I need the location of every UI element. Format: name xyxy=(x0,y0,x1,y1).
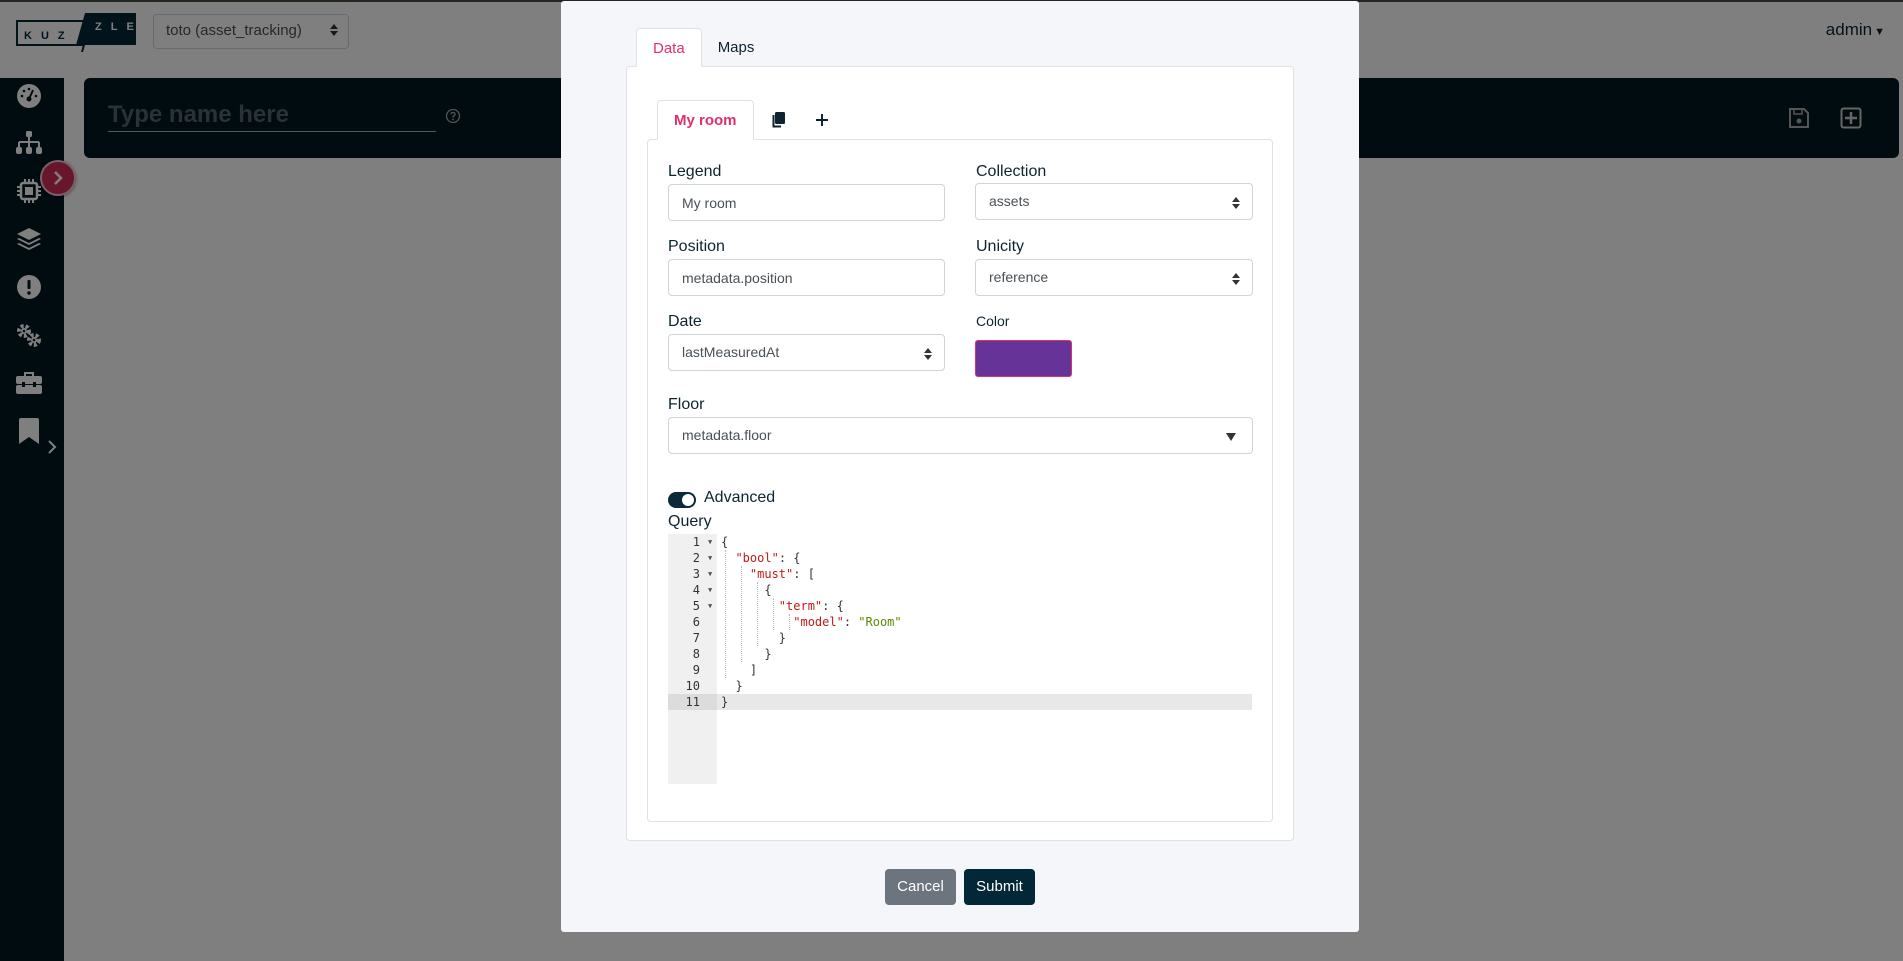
select-arrows-icon xyxy=(1232,273,1240,285)
indent-guide xyxy=(773,598,774,630)
code-text: { xyxy=(721,535,729,549)
duplicate-layer-button[interactable] xyxy=(768,110,788,130)
data-tab-panel: My room Legend Collection assets Positio… xyxy=(626,66,1294,841)
floor-select-value: metadata.floor xyxy=(682,427,772,443)
code-text: ] xyxy=(721,663,758,677)
json-key: "bool" xyxy=(735,551,779,565)
code-text: "model": "Room" xyxy=(793,615,902,629)
line-number: 6 xyxy=(692,615,700,629)
add-layer-button[interactable] xyxy=(812,110,832,130)
code-line[interactable]: 4 ▼ { xyxy=(668,582,1252,598)
line-number: 11 xyxy=(668,694,717,710)
code-text: "term": { xyxy=(778,599,844,613)
line-number: 9 xyxy=(692,663,700,677)
tab-maps[interactable]: Maps xyxy=(702,28,771,67)
collection-select-value: assets xyxy=(989,193,1030,209)
line-number: 8 xyxy=(692,647,700,661)
code-text: } xyxy=(721,695,729,709)
query-label: Query xyxy=(668,513,712,530)
tab-data[interactable]: Data xyxy=(636,28,702,67)
json-key: "term" xyxy=(778,599,823,613)
indent-guide xyxy=(757,582,758,646)
query-editor[interactable]: 1 ▼{2 ▼ "bool": {3 ▼ "must": [4 ▼ {5 ▼ "term"… xyxy=(668,534,1252,784)
date-select[interactable]: lastMeasuredAt xyxy=(668,334,945,371)
date-select-value: lastMeasuredAt xyxy=(682,344,780,360)
date-label: Date xyxy=(668,313,702,330)
json-key: "model" xyxy=(793,615,844,629)
fold-arrow-icon[interactable]: ▼ xyxy=(708,582,712,598)
line-number: 7 xyxy=(692,631,700,645)
indent-guide xyxy=(789,614,790,630)
copy-icon xyxy=(772,112,785,128)
json-key: "must" xyxy=(749,567,794,581)
submit-button[interactable]: Submit xyxy=(964,869,1035,905)
toggle-knob xyxy=(682,494,694,506)
floor-label: Floor xyxy=(668,396,705,413)
fold-arrow-icon[interactable]: ▼ xyxy=(708,534,712,550)
fold-arrow-icon[interactable]: ▼ xyxy=(708,598,712,614)
code-text: "must": [ xyxy=(749,567,815,581)
position-label: Position xyxy=(668,238,725,255)
indent-guide xyxy=(741,566,742,662)
legend-input[interactable] xyxy=(668,184,945,221)
code-line[interactable]: 10 } xyxy=(668,678,1252,694)
code-line[interactable]: 6 "model": "Room" xyxy=(668,614,1252,630)
code-line[interactable]: 5 ▼ "term": { xyxy=(668,598,1252,614)
collection-label: Collection xyxy=(976,163,1047,180)
code-line[interactable]: 2 ▼ "bool": { xyxy=(668,550,1252,566)
position-input[interactable] xyxy=(668,259,945,296)
unicity-select[interactable]: reference xyxy=(975,259,1253,296)
advanced-label: Advanced xyxy=(704,489,776,506)
cancel-button[interactable]: Cancel xyxy=(885,869,956,905)
color-picker[interactable] xyxy=(975,340,1072,377)
unicity-select-value: reference xyxy=(989,269,1049,285)
legend-label: Legend xyxy=(668,163,722,180)
code-line[interactable]: 7 } xyxy=(668,630,1252,646)
floor-select[interactable]: metadata.floor xyxy=(668,417,1253,454)
color-label: Color xyxy=(976,313,1010,329)
code-line[interactable]: 1 ▼{ xyxy=(668,534,1252,550)
collection-select[interactable]: assets xyxy=(975,183,1253,220)
widget-settings-modal: Data Maps My room Legend Collection asse… xyxy=(561,1,1359,932)
layer-form: Legend Collection assets Position Unicit… xyxy=(647,139,1273,822)
indent-guide xyxy=(725,550,726,678)
unicity-label: Unicity xyxy=(976,238,1025,255)
line-number: 10 xyxy=(685,679,700,693)
triangle-down-icon xyxy=(1226,433,1236,441)
code-line[interactable]: 11} xyxy=(668,694,1252,710)
layer-tab-my-room[interactable]: My room xyxy=(657,100,754,140)
fold-arrow-icon[interactable]: ▼ xyxy=(708,566,712,582)
json-string: "Room" xyxy=(858,615,902,629)
select-arrows-icon xyxy=(1232,197,1240,209)
code-line[interactable]: 8 } xyxy=(668,646,1252,662)
select-arrows-icon xyxy=(924,348,932,360)
code-text: "bool": { xyxy=(735,551,801,565)
advanced-toggle[interactable] xyxy=(668,492,696,508)
code-text: } xyxy=(721,679,743,693)
code-line[interactable]: 9 ] xyxy=(668,662,1252,678)
code-text: } xyxy=(721,631,787,645)
code-text: { xyxy=(721,583,772,597)
layer-tabs: My room xyxy=(657,100,832,140)
code-text: } xyxy=(721,647,772,661)
code-line[interactable]: 3 ▼ "must": [ xyxy=(668,566,1252,582)
plus-icon xyxy=(815,114,828,126)
fold-arrow-icon[interactable]: ▼ xyxy=(708,550,712,566)
modal-tabs: Data Maps xyxy=(636,28,770,67)
